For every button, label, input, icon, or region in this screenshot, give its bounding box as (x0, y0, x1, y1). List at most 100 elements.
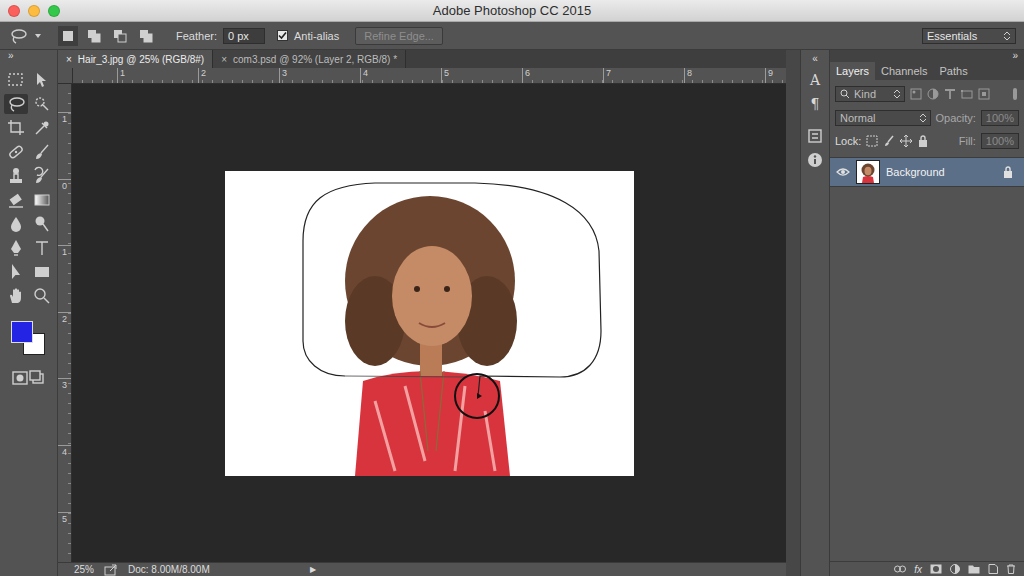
ruler-label: 6 (522, 68, 603, 83)
tool-button[interactable] (30, 166, 54, 186)
new-layer-icon[interactable] (988, 564, 998, 574)
lock-all-icon[interactable] (917, 135, 929, 147)
type-filter-icon[interactable] (944, 88, 956, 100)
checkmark-icon (278, 31, 287, 40)
tool-button[interactable] (4, 214, 28, 234)
cursor-brush-icon (452, 371, 502, 421)
tool-button[interactable] (4, 142, 28, 162)
intersect-selection-icon[interactable] (136, 26, 156, 46)
eyedropper-icon (32, 118, 52, 138)
collapse-panel-button[interactable]: » (1012, 50, 1018, 62)
fill-field[interactable]: 100% (981, 133, 1019, 149)
tool-button[interactable] (4, 286, 28, 306)
photo[interactable] (225, 171, 634, 476)
layer-name: Background (886, 166, 996, 178)
info-icon[interactable] (807, 152, 823, 168)
tool-button[interactable] (4, 94, 28, 114)
filter-dropdown[interactable]: Kind (835, 86, 905, 102)
search-icon (840, 89, 850, 99)
layer-lock (1002, 166, 1014, 178)
status-menu-arrow[interactable]: ▶ (310, 565, 316, 574)
dock-button[interactable]: A (810, 72, 820, 88)
tool-button[interactable] (4, 238, 28, 258)
collapse-toolbar-button[interactable]: » (0, 50, 14, 62)
adjustment-layer-icon[interactable] (950, 564, 960, 574)
tool-button[interactable] (4, 70, 28, 90)
ruler-label: 4 (58, 445, 71, 512)
group-folder-icon[interactable] (968, 564, 980, 574)
tool-button[interactable] (30, 262, 54, 282)
properties-icon[interactable] (807, 128, 823, 144)
panel-tab[interactable]: Layers (830, 62, 875, 80)
document-area: ×Hair_3.jpg @ 25% (RGB/8#)×com3.psd @ 92… (58, 50, 786, 576)
document-tab[interactable]: ×com3.psd @ 92% (Layer 2, RGB/8) * (213, 50, 406, 68)
panel-menu-button[interactable] (974, 62, 1024, 80)
lock-pixels-icon[interactable] (866, 135, 878, 147)
lock-paint-icon[interactable] (883, 135, 895, 147)
layer-row[interactable]: Background (830, 157, 1024, 187)
zoom-button[interactable] (48, 5, 60, 17)
tool-button[interactable] (30, 214, 54, 234)
tool-button[interactable] (30, 238, 54, 258)
new-selection-icon[interactable] (58, 26, 78, 46)
close-tab-button[interactable]: × (221, 54, 227, 65)
tool-button[interactable] (4, 190, 28, 210)
panel-tab[interactable]: Channels (875, 62, 933, 80)
tool-button[interactable] (4, 262, 28, 282)
options-bar: Feather:0 pxAnti-aliasRefine Edge...Esse… (0, 22, 1024, 50)
tool-button[interactable] (30, 94, 54, 114)
feather-field[interactable]: 0 px (223, 28, 265, 44)
tool-button[interactable] (30, 286, 54, 306)
layer-style-button[interactable]: fx (914, 564, 922, 575)
opacity-field[interactable]: 100% (981, 110, 1019, 126)
visibility-toggle[interactable] (836, 166, 850, 178)
feather-label: Feather: (176, 30, 217, 42)
layer-mask-icon[interactable] (930, 564, 942, 574)
workspace-dropdown[interactable]: Essentials (922, 28, 1016, 44)
filter-toggle-icon[interactable] (1011, 88, 1019, 100)
dropdown-arrow-icon[interactable] (34, 32, 42, 40)
vertical-ruler: 1012345 (58, 84, 72, 562)
tool-button[interactable] (30, 70, 54, 90)
pixel-filter-icon[interactable] (910, 88, 922, 100)
filter-label: Kind (854, 88, 890, 100)
tool-button[interactable] (4, 118, 28, 138)
smart-object-filter-icon[interactable] (978, 88, 990, 100)
lasso-icon[interactable] (8, 26, 28, 46)
refine-edge-button[interactable]: Refine Edge... (355, 27, 443, 45)
close-tab-button[interactable]: × (66, 54, 72, 65)
foreground-color-swatch[interactable] (11, 321, 33, 343)
dropdown-arrow-icon (920, 114, 926, 122)
filter-row: Kind (830, 86, 1024, 102)
subtract-selection-icon[interactable] (110, 26, 130, 46)
lock-position-icon[interactable] (900, 135, 912, 147)
zoom-level[interactable]: 25% (74, 564, 94, 575)
document-tab-bar: ×Hair_3.jpg @ 25% (RGB/8#)×com3.psd @ 92… (58, 50, 786, 68)
close-button[interactable] (8, 5, 20, 17)
dropdown-arrow-icon (1003, 31, 1011, 41)
share-icon[interactable] (104, 564, 118, 576)
dock-button[interactable]: ¶ (811, 96, 820, 112)
panel-tab[interactable]: Paths (934, 62, 974, 80)
minimize-button[interactable] (28, 5, 40, 17)
quick-mask-icon[interactable] (9, 368, 49, 390)
add-selection-icon[interactable] (84, 26, 104, 46)
anti-alias-checkbox[interactable] (277, 30, 288, 41)
ruler-label: 8 (684, 68, 765, 83)
tool-button[interactable] (4, 166, 28, 186)
trash-icon[interactable] (1006, 564, 1016, 574)
type-icon (32, 238, 52, 258)
thumbnail-content (857, 161, 879, 183)
link-layers-icon[interactable] (894, 564, 906, 574)
collapse-dock-button[interactable]: « (812, 54, 818, 64)
tool-button[interactable] (30, 190, 54, 210)
canvas-row: 1012345 (58, 84, 786, 562)
shape-filter-icon[interactable] (961, 88, 973, 100)
ruler-label: 2 (198, 68, 279, 83)
adjustment-filter-icon[interactable] (927, 88, 939, 100)
tool-button[interactable] (30, 118, 54, 138)
panel-header: » (830, 50, 1024, 62)
document-tab[interactable]: ×Hair_3.jpg @ 25% (RGB/8#) (58, 50, 213, 68)
blend-mode-dropdown[interactable]: Normal (835, 110, 931, 126)
tool-button[interactable] (30, 142, 54, 162)
